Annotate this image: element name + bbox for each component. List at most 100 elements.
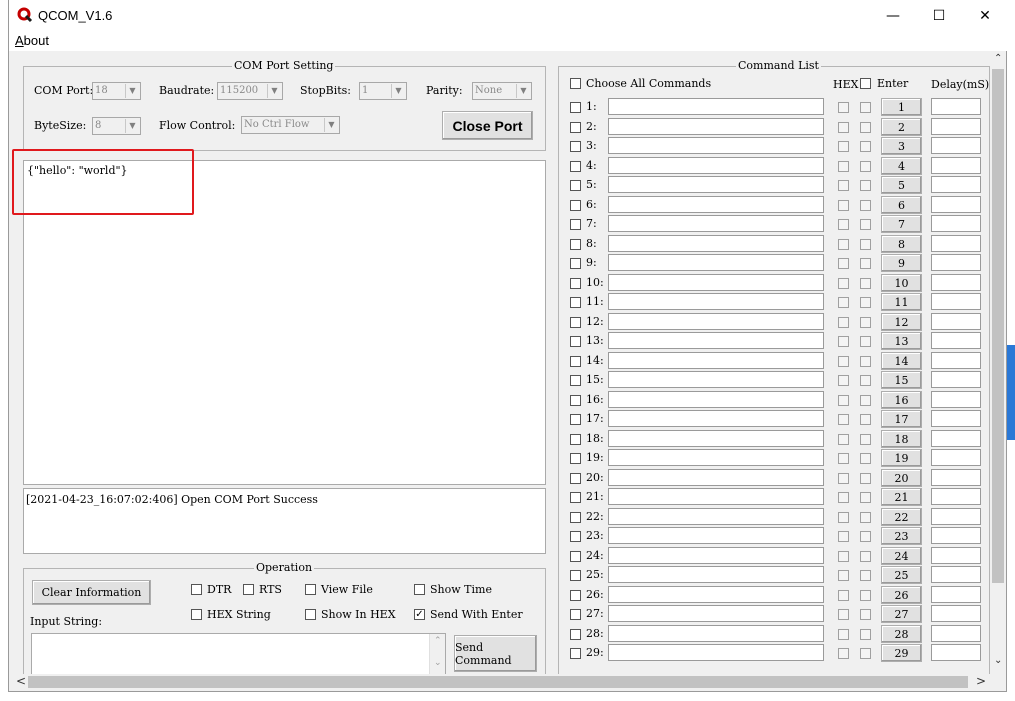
- command-input[interactable]: [608, 605, 824, 622]
- command-enter-checkbox[interactable]: [860, 180, 871, 191]
- command-hex-checkbox[interactable]: [838, 317, 849, 328]
- command-delay-input[interactable]: [931, 449, 981, 466]
- input-scrollbar[interactable]: ⌃ ⌄: [429, 634, 445, 674]
- command-delay-input[interactable]: [931, 488, 981, 505]
- enter-all-checkbox[interactable]: [860, 78, 871, 89]
- command-select-checkbox[interactable]: [570, 629, 581, 640]
- maximize-button[interactable]: ☐: [916, 0, 962, 31]
- command-enter-checkbox[interactable]: [860, 512, 871, 523]
- input-string-field[interactable]: ⌃ ⌄: [31, 633, 446, 675]
- command-delay-input[interactable]: [931, 508, 981, 525]
- hscroll-thumb[interactable]: [28, 676, 968, 688]
- command-hex-checkbox[interactable]: [838, 278, 849, 289]
- command-enter-checkbox[interactable]: [860, 395, 871, 406]
- command-hex-checkbox[interactable]: [838, 200, 849, 211]
- command-delay-input[interactable]: [931, 176, 981, 193]
- command-delay-input[interactable]: [931, 391, 981, 408]
- window-hscrollbar[interactable]: < >: [10, 674, 990, 690]
- parity-select[interactable]: None ▼: [472, 82, 532, 100]
- command-enter-checkbox[interactable]: [860, 239, 871, 250]
- hex-string-checkbox[interactable]: [191, 609, 202, 620]
- command-send-button[interactable]: 23: [881, 527, 922, 545]
- command-enter-checkbox[interactable]: [860, 258, 871, 269]
- baudrate-select[interactable]: 115200 ▼: [217, 82, 283, 100]
- command-enter-checkbox[interactable]: [860, 590, 871, 601]
- command-delay-input[interactable]: [931, 235, 981, 252]
- command-delay-input[interactable]: [931, 566, 981, 583]
- command-hex-checkbox[interactable]: [838, 297, 849, 308]
- command-input[interactable]: [608, 566, 824, 583]
- command-hex-checkbox[interactable]: [838, 161, 849, 172]
- command-send-button[interactable]: 3: [881, 137, 922, 155]
- command-delay-input[interactable]: [931, 98, 981, 115]
- command-select-checkbox[interactable]: [570, 512, 581, 523]
- flow-control-select[interactable]: No Ctrl Flow ▼: [241, 116, 340, 134]
- command-select-checkbox[interactable]: [570, 200, 581, 211]
- command-enter-checkbox[interactable]: [860, 570, 871, 581]
- command-enter-checkbox[interactable]: [860, 453, 871, 464]
- command-enter-checkbox[interactable]: [860, 473, 871, 484]
- command-enter-checkbox[interactable]: [860, 356, 871, 367]
- title-bar[interactable]: QCOM_V1.6 — ☐ ✕: [9, 0, 1008, 31]
- command-input[interactable]: [608, 235, 824, 252]
- command-send-button[interactable]: 22: [881, 508, 922, 526]
- command-delay-input[interactable]: [931, 605, 981, 622]
- command-select-checkbox[interactable]: [570, 161, 581, 172]
- command-enter-checkbox[interactable]: [860, 297, 871, 308]
- command-select-checkbox[interactable]: [570, 473, 581, 484]
- command-delay-input[interactable]: [931, 644, 981, 661]
- command-input[interactable]: [608, 98, 824, 115]
- command-list-vscrollbar[interactable]: ⌃ ⌄: [990, 53, 1006, 673]
- command-select-checkbox[interactable]: [570, 531, 581, 542]
- command-hex-checkbox[interactable]: [838, 512, 849, 523]
- command-select-checkbox[interactable]: [570, 492, 581, 503]
- command-hex-checkbox[interactable]: [838, 590, 849, 601]
- command-input[interactable]: [608, 313, 824, 330]
- show-in-hex-checkbox[interactable]: [305, 609, 316, 620]
- command-select-checkbox[interactable]: [570, 609, 581, 620]
- scroll-up-icon[interactable]: ⌃: [434, 636, 442, 646]
- command-hex-checkbox[interactable]: [838, 570, 849, 581]
- command-input[interactable]: [608, 449, 824, 466]
- command-hex-checkbox[interactable]: [838, 629, 849, 640]
- command-input[interactable]: [608, 625, 824, 642]
- command-hex-checkbox[interactable]: [838, 453, 849, 464]
- choose-all-checkbox[interactable]: [570, 78, 581, 89]
- command-delay-input[interactable]: [931, 410, 981, 427]
- command-delay-input[interactable]: [931, 157, 981, 174]
- send-with-enter-checkbox[interactable]: ✓: [414, 609, 425, 620]
- command-send-button[interactable]: 17: [881, 410, 922, 428]
- com-port-select[interactable]: 18 ▼: [92, 82, 141, 100]
- command-input[interactable]: [608, 391, 824, 408]
- command-hex-checkbox[interactable]: [838, 609, 849, 620]
- command-send-button[interactable]: 14: [881, 352, 922, 370]
- command-send-button[interactable]: 25: [881, 566, 922, 584]
- bytesize-select[interactable]: 8 ▼: [92, 117, 141, 135]
- command-send-button[interactable]: 26: [881, 586, 922, 604]
- vscroll-thumb[interactable]: [992, 69, 1004, 583]
- command-delay-input[interactable]: [931, 215, 981, 232]
- command-delay-input[interactable]: [931, 586, 981, 603]
- command-select-checkbox[interactable]: [570, 551, 581, 562]
- command-input[interactable]: [608, 196, 824, 213]
- command-hex-checkbox[interactable]: [838, 375, 849, 386]
- command-hex-checkbox[interactable]: [838, 239, 849, 250]
- command-delay-input[interactable]: [931, 469, 981, 486]
- command-delay-input[interactable]: [931, 332, 981, 349]
- log-area[interactable]: [2021-04-23_16:07:02:406] Open COM Port …: [23, 488, 546, 554]
- command-send-button[interactable]: 11: [881, 293, 922, 311]
- command-select-checkbox[interactable]: [570, 258, 581, 269]
- command-enter-checkbox[interactable]: [860, 219, 871, 230]
- command-hex-checkbox[interactable]: [838, 336, 849, 347]
- command-send-button[interactable]: 29: [881, 644, 922, 662]
- command-send-button[interactable]: 13: [881, 332, 922, 350]
- command-send-button[interactable]: 4: [881, 157, 922, 175]
- command-input[interactable]: [608, 293, 824, 310]
- command-input[interactable]: [608, 644, 824, 661]
- command-select-checkbox[interactable]: [570, 336, 581, 347]
- command-input[interactable]: [608, 157, 824, 174]
- command-hex-checkbox[interactable]: [838, 531, 849, 542]
- command-send-button[interactable]: 10: [881, 274, 922, 292]
- command-select-checkbox[interactable]: [570, 317, 581, 328]
- command-input[interactable]: [608, 586, 824, 603]
